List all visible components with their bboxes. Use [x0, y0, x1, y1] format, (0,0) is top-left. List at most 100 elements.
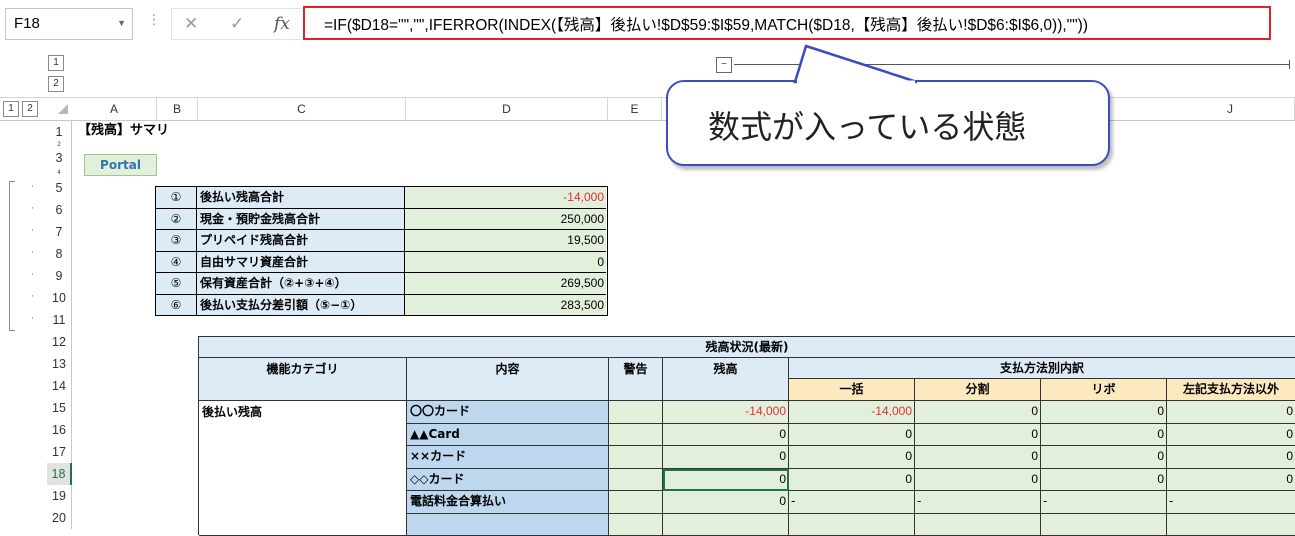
group-line-end: [1289, 60, 1290, 69]
summary-number: ①: [156, 187, 197, 209]
fx-icon[interactable]: fx: [274, 14, 290, 34]
outline-dot: ·: [31, 204, 34, 214]
row-breakdown-1: -14,000: [789, 401, 915, 424]
column-header-a[interactable]: A: [72, 98, 157, 120]
row-header-13[interactable]: 13: [47, 353, 72, 375]
column-header-j[interactable]: J: [1166, 98, 1295, 120]
row-warning: [609, 469, 663, 492]
subcolumn-1: 分割: [915, 379, 1041, 401]
column-content: 内容: [407, 358, 609, 401]
worksheet-grid: 【残高】サマリ Portal ①後払い残高合計-14,000②現金・預貯金残高合…: [72, 121, 1295, 535]
row-header-12[interactable]: 12: [47, 331, 72, 353]
formula-buttons: ✕ ✓ fx: [171, 8, 301, 40]
row-header-20[interactable]: 20: [47, 507, 72, 529]
category-cell: 後払い残高: [199, 401, 407, 536]
row-group-bracket-bottom: [9, 330, 15, 331]
drag-handle-icon[interactable]: ⋮: [147, 12, 161, 28]
subcolumn-3: 左記支払方法以外: [1167, 379, 1295, 401]
summary-label: 後払い支払分差引額（⑤−①）: [197, 295, 405, 317]
summary-value: -14,000: [405, 187, 606, 209]
row-content: ▲▲Card: [407, 424, 609, 447]
row-breakdown-3: 0: [1041, 446, 1167, 469]
outline-dot: ·: [31, 182, 34, 192]
summary-value: 283,500: [405, 295, 606, 317]
row-balance: [663, 514, 789, 536]
col-level-2-button[interactable]: 2: [22, 101, 38, 117]
row-group-bracket: [9, 181, 10, 331]
row-breakdown-1: [789, 514, 915, 536]
name-box[interactable]: F18 ▼: [5, 8, 133, 40]
row-header-14[interactable]: 14: [47, 375, 72, 397]
row-header-7[interactable]: 7: [47, 221, 72, 243]
row-breakdown-4: 0: [1167, 469, 1295, 492]
row-header-10[interactable]: 10: [47, 287, 72, 309]
row-breakdown-3: [1041, 514, 1167, 536]
row-header-8[interactable]: 8: [47, 243, 72, 265]
row-breakdown-3: 0: [1041, 469, 1167, 492]
row-header-1[interactable]: 1: [47, 121, 72, 143]
summary-number: ⑥: [156, 295, 197, 317]
row-breakdown-3: 0: [1041, 424, 1167, 447]
row-header-5[interactable]: 5: [47, 177, 72, 199]
summary-number: ④: [156, 252, 197, 274]
row-header-19[interactable]: 19: [47, 485, 72, 507]
callout-tail: [780, 44, 940, 84]
row-group-bracket-top: [9, 181, 15, 182]
row-header-6[interactable]: 6: [47, 199, 72, 221]
row-header-9[interactable]: 9: [47, 265, 72, 287]
col-level-1-button[interactable]: 1: [3, 101, 19, 117]
row-content: 電話料金合算払い: [407, 491, 609, 514]
chevron-down-icon[interactable]: ▼: [117, 18, 126, 28]
enter-icon[interactable]: ✓: [230, 14, 244, 34]
formula-input[interactable]: =IF($D18="","",IFERROR(INDEX(【残高】後払い!$D$…: [303, 6, 1271, 40]
outline-dot: ·: [31, 248, 34, 258]
row-breakdown-2: 0: [915, 469, 1041, 492]
row-breakdown-4: [1167, 514, 1295, 536]
outline-dot: ·: [31, 270, 34, 280]
portal-link[interactable]: Portal: [84, 154, 157, 176]
row-warning: [609, 491, 663, 514]
name-box-value: F18: [14, 15, 40, 32]
row-level-2-button[interactable]: 2: [48, 76, 64, 92]
selected-cell[interactable]: 0: [663, 469, 789, 492]
row-header-11[interactable]: 11: [47, 309, 72, 331]
row-balance: 0: [663, 424, 789, 447]
row-content: [407, 514, 609, 536]
column-header-e[interactable]: E: [608, 98, 662, 120]
row-header-16[interactable]: 16: [47, 419, 72, 441]
row-header-3[interactable]: 3: [47, 147, 72, 169]
row-breakdown-3: 0: [1041, 401, 1167, 424]
row-content: ××カード: [407, 446, 609, 469]
column-header-d[interactable]: D: [406, 98, 608, 120]
summary-label: プリペイド残高合計: [197, 230, 405, 252]
row-breakdown-4: 0: [1167, 446, 1295, 469]
row-header-18[interactable]: 18: [47, 463, 72, 485]
row-breakdown-4: 0: [1167, 424, 1295, 447]
summary-value: 0: [405, 252, 606, 274]
summary-label: 現金・預貯金残高合計: [197, 209, 405, 231]
row-breakdown-4: -: [1167, 491, 1295, 514]
summary-value: 19,500: [405, 230, 606, 252]
row-header-15[interactable]: 15: [47, 397, 72, 419]
row-breakdown-2: 0: [915, 424, 1041, 447]
summary-label: 自由サマリ資産合計: [197, 252, 405, 274]
column-header-c[interactable]: C: [198, 98, 406, 120]
select-all-icon[interactable]: [58, 104, 68, 114]
row-content: 〇〇カード: [407, 401, 609, 424]
summary-number: ②: [156, 209, 197, 231]
column-header-b[interactable]: B: [157, 98, 198, 120]
row-breakdown-2: -: [915, 491, 1041, 514]
cancel-icon[interactable]: ✕: [184, 14, 198, 34]
row-breakdown-3: -: [1041, 491, 1167, 514]
summary-label: 保有資産合計（②+③+④）: [197, 273, 405, 295]
row-level-1-button[interactable]: 1: [48, 55, 64, 71]
outline-dot: ·: [31, 314, 34, 324]
collapse-group-button[interactable]: −: [716, 57, 732, 73]
sheet-title: 【残高】サマリ: [78, 121, 169, 141]
row-breakdown-2: [915, 514, 1041, 536]
formula-bar: F18 ▼ ⋮ ✕ ✓ fx =IF($D18="","",IFERROR(IND…: [0, 0, 1295, 48]
row-header-4[interactable]: 4: [47, 169, 72, 177]
row-header-17[interactable]: 17: [47, 441, 72, 463]
row-breakdown-1: 0: [789, 469, 915, 492]
row-warning: [609, 514, 663, 536]
